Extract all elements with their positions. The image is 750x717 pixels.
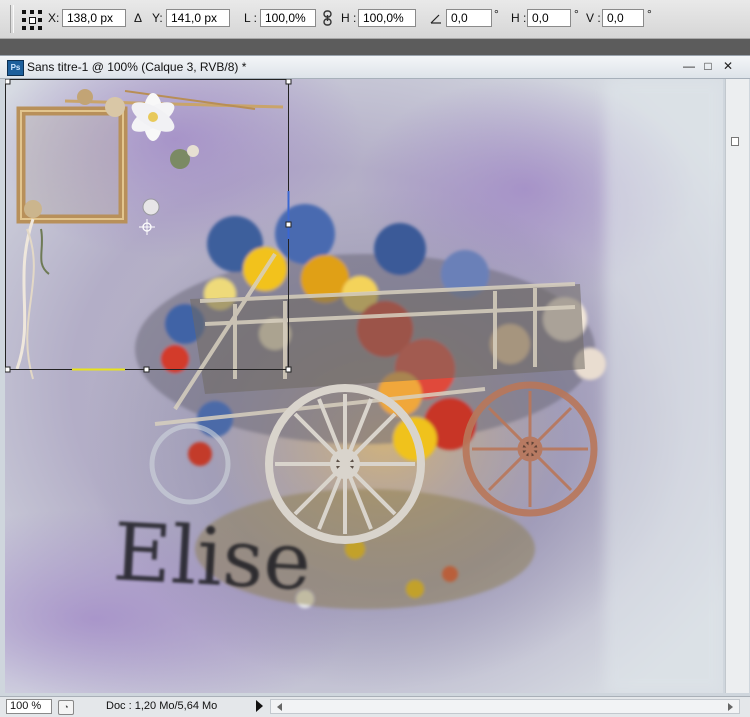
maximize-button[interactable]: □ bbox=[699, 58, 717, 74]
vertical-scrollbar[interactable] bbox=[725, 79, 749, 693]
width-label: L : bbox=[244, 11, 257, 25]
photoshop-icon: Ps bbox=[7, 60, 24, 76]
width-scale-field[interactable]: 100,0% bbox=[260, 9, 316, 27]
document-size-info: Doc : 1,20 Mo/5,64 Mo bbox=[106, 700, 218, 712]
canvas[interactable]: Elise bbox=[5, 79, 723, 693]
skew-v-label: V : bbox=[586, 11, 601, 25]
close-button[interactable]: ✕ bbox=[719, 58, 737, 74]
height-scale-field[interactable]: 100,0% bbox=[358, 9, 416, 27]
x-position-field[interactable]: 138,0 px bbox=[62, 9, 126, 27]
minimize-button[interactable]: — bbox=[680, 58, 698, 74]
delta-icon[interactable]: Δ bbox=[134, 11, 142, 25]
x-label: X: bbox=[48, 11, 60, 25]
status-bar: 100 % ◔ Doc : 1,20 Mo/5,64 Mo bbox=[0, 696, 750, 717]
rotation-field[interactable]: 0,0 bbox=[446, 9, 492, 27]
document-title-bar[interactable]: Ps Sans titre-1 @ 100% (Calque 3, RVB/8)… bbox=[0, 56, 750, 79]
y-position-field[interactable]: 141,0 px bbox=[166, 9, 230, 27]
options-bar: X: 138,0 px Δ Y: 141,0 px L : 100,0% H :… bbox=[0, 0, 750, 39]
horizontal-scrollbar[interactable] bbox=[270, 699, 740, 714]
document-title: Sans titre-1 @ 100% (Calque 3, RVB/8) * bbox=[27, 60, 247, 74]
degree-symbol: ° bbox=[574, 7, 579, 21]
transform-handle[interactable] bbox=[5, 79, 11, 85]
degree-symbol: ° bbox=[647, 7, 652, 21]
skew-h-field[interactable]: 0,0 bbox=[527, 9, 571, 27]
height-label: H : bbox=[341, 11, 357, 25]
skew-v-field[interactable]: 0,0 bbox=[602, 9, 644, 27]
skew-h-label: H : bbox=[511, 11, 527, 25]
artwork-canvas[interactable]: Elise bbox=[5, 79, 723, 693]
y-label: Y: bbox=[152, 11, 163, 25]
transform-handle[interactable] bbox=[143, 366, 150, 373]
degree-symbol: ° bbox=[494, 7, 499, 21]
scroll-right-icon[interactable] bbox=[728, 703, 733, 711]
signature: Elise bbox=[111, 505, 314, 608]
document-window: Ps Sans titre-1 @ 100% (Calque 3, RVB/8)… bbox=[0, 55, 750, 717]
scroll-thumb[interactable] bbox=[731, 137, 739, 146]
signature-text: Elise bbox=[111, 505, 314, 608]
link-icon[interactable] bbox=[323, 10, 332, 26]
zoom-field[interactable]: 100 % bbox=[6, 699, 52, 714]
transform-handle[interactable] bbox=[285, 79, 292, 85]
transform-handle[interactable] bbox=[285, 221, 292, 228]
reference-point-icon[interactable] bbox=[22, 10, 42, 30]
light-edge bbox=[605, 79, 723, 693]
rotate-angle-icon bbox=[430, 14, 441, 24]
toolbar-separator bbox=[10, 5, 14, 33]
status-info-icon[interactable]: ◔ bbox=[58, 700, 74, 715]
transform-handle[interactable] bbox=[5, 366, 11, 373]
scroll-left-icon[interactable] bbox=[277, 703, 282, 711]
transform-handle[interactable] bbox=[285, 366, 292, 373]
status-menu-arrow-icon[interactable] bbox=[256, 700, 263, 712]
